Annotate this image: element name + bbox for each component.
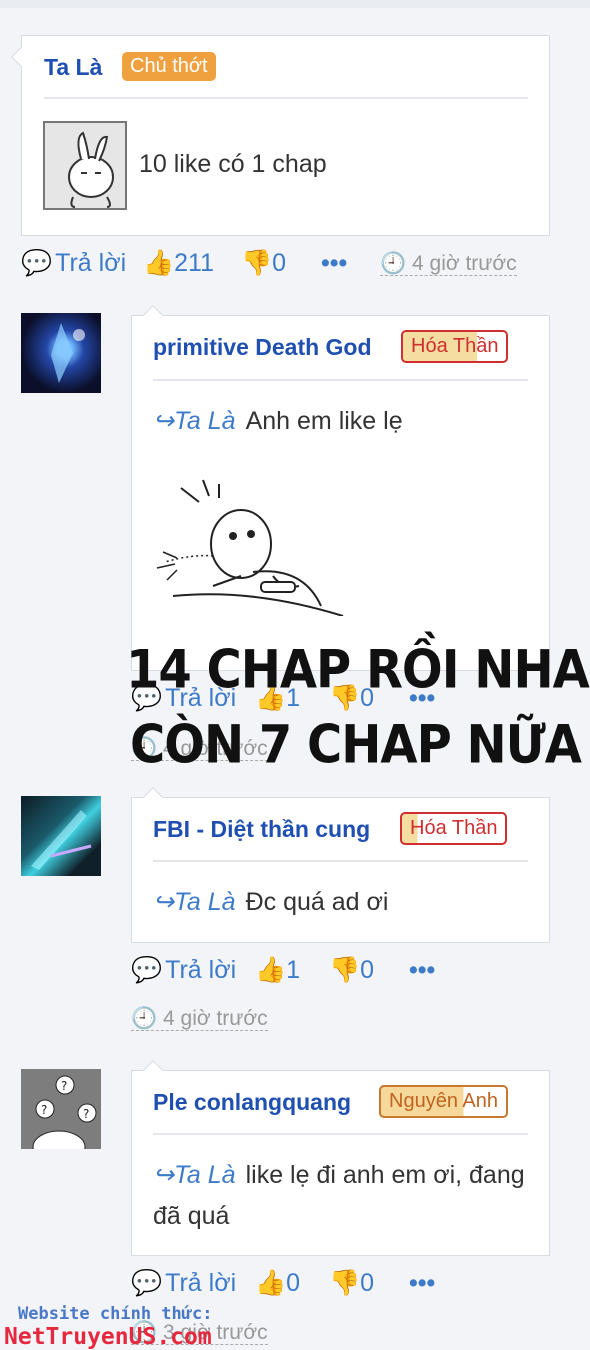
more-icon[interactable]: ••• bbox=[409, 1269, 435, 1298]
svg-text:?: ? bbox=[83, 1107, 89, 1121]
chat-icon: 💬 bbox=[131, 1269, 163, 1297]
reply-arrow-icon: ↪ bbox=[153, 407, 174, 435]
reply-to-link[interactable]: ↪Ta Là bbox=[153, 407, 236, 435]
reply-arrow-icon: ↪ bbox=[153, 888, 174, 916]
divider bbox=[44, 97, 528, 99]
divider bbox=[153, 860, 528, 862]
more-icon[interactable]: ••• bbox=[321, 249, 347, 278]
dislike-button[interactable]: 👎0 bbox=[329, 1269, 374, 1298]
dislike-button[interactable]: 👎0 bbox=[241, 249, 286, 278]
divider bbox=[153, 379, 528, 381]
comment-text: ↪Ta Là like lẹ đi anh em ơi, đang đã quá bbox=[153, 1161, 525, 1230]
reply-button[interactable]: 💬 Trả lời bbox=[131, 956, 236, 985]
avatar[interactable] bbox=[21, 313, 101, 393]
overlay-caption-line1: 14 CHAP RỒI NHA bbox=[126, 639, 590, 701]
comment-author[interactable]: FBI - Diệt thần cung bbox=[153, 816, 370, 843]
comment-text: ↪Ta Là Anh em like lẹ bbox=[153, 407, 403, 435]
svg-text:?: ? bbox=[61, 1079, 67, 1093]
comment-author[interactable]: Ple conlangquang bbox=[153, 1089, 351, 1116]
rank-badge: Nguyên Anh bbox=[379, 1085, 508, 1118]
reply-card: primitive Death God Hóa Thần ↪Ta Là Anh e… bbox=[131, 305, 550, 671]
clock-icon: 🕘 bbox=[131, 1007, 158, 1030]
like-button[interactable]: 👍1 bbox=[255, 956, 300, 985]
rank-badge: Hóa Thần bbox=[401, 330, 509, 363]
chat-icon: 💬 bbox=[21, 249, 53, 277]
reply-to-link[interactable]: ↪Ta Là bbox=[153, 888, 236, 916]
watermark-label: Website chính thức: bbox=[18, 1304, 213, 1324]
avatar[interactable]: ? ? ? bbox=[21, 1069, 101, 1149]
more-icon[interactable]: ••• bbox=[409, 956, 435, 985]
comment-author[interactable]: primitive Death God bbox=[153, 334, 372, 361]
sticker-image bbox=[43, 121, 127, 210]
reply-button[interactable]: 💬 Trả lời bbox=[21, 249, 126, 278]
svg-text:?: ? bbox=[41, 1103, 47, 1117]
timestamp: 🕘 4 giờ trước bbox=[131, 1007, 268, 1031]
rank-badge: Hóa Thần bbox=[400, 812, 508, 845]
reply-to-link[interactable]: ↪Ta Là bbox=[153, 1161, 236, 1189]
meme-image bbox=[153, 476, 353, 617]
overlay-caption-line2: CÒN 7 CHAP NỮA bbox=[130, 714, 582, 776]
top-bar bbox=[0, 0, 590, 8]
reply-button[interactable]: 💬 Trả lời bbox=[131, 1269, 236, 1298]
timestamp: 🕘 4 giờ trước bbox=[380, 252, 517, 276]
reply-arrow-icon: ↪ bbox=[153, 1161, 174, 1189]
like-button[interactable]: 👍211 bbox=[143, 249, 214, 278]
clock-icon: 🕘 bbox=[380, 252, 407, 275]
comment-author[interactable]: Ta Là bbox=[44, 54, 102, 81]
dislike-button[interactable]: 👎0 bbox=[329, 956, 374, 985]
comment-text: 10 like có 1 chap bbox=[139, 150, 327, 178]
owner-badge: Chủ thớt bbox=[122, 52, 216, 81]
chat-icon: 💬 bbox=[131, 956, 163, 984]
like-button[interactable]: 👍0 bbox=[255, 1269, 300, 1298]
comment-card: Ta Là Chủ thớt 10 like có 1 chap bbox=[11, 35, 550, 236]
comment-actions: 💬 Trả lời 👍0 👎0 ••• bbox=[131, 1269, 541, 1299]
divider bbox=[153, 1133, 528, 1135]
reply-card: Ple conlangquang Nguyên Anh ↪Ta Là like l… bbox=[131, 1060, 550, 1256]
comment-actions: 💬 Trả lời 👍1 👎0 ••• bbox=[131, 956, 541, 986]
watermark-site: NetTruyenUS.com bbox=[4, 1324, 212, 1350]
reply-card: FBI - Diệt thần cung Hóa Thần ↪Ta Là Đc q… bbox=[131, 787, 550, 943]
comment-text: ↪Ta Là Đc quá ad ơi bbox=[153, 888, 389, 916]
avatar[interactable] bbox=[21, 796, 101, 876]
